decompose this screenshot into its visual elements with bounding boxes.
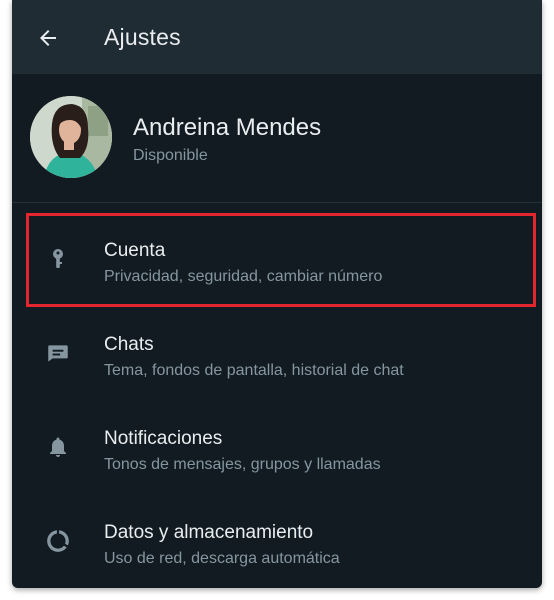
setting-subtitle: Tema, fondos de pantalla, historial de c… <box>104 362 404 379</box>
setting-subtitle: Privacidad, seguridad, cambiar número <box>104 268 383 285</box>
profile-status: Disponible <box>133 147 208 164</box>
bell-icon <box>44 433 72 461</box>
setting-cuenta[interactable]: Cuenta Privacidad, seguridad, cambiar nú… <box>12 213 542 307</box>
setting-title: Notificaciones <box>104 428 223 449</box>
key-icon <box>44 245 72 273</box>
avatar[interactable] <box>30 96 112 178</box>
page-title: Ajustes <box>104 24 181 50</box>
setting-subtitle: Uso de red, descarga automática <box>104 550 340 567</box>
settings-screen: Ajustes Andreina Mendes Disponible Cuent… <box>12 0 542 588</box>
setting-title: Cuenta <box>104 240 166 261</box>
data-usage-icon <box>44 527 72 555</box>
setting-title: Datos y almacenamiento <box>104 522 314 543</box>
setting-subtitle: Tonos de mensajes, grupos y llamadas <box>104 456 381 473</box>
chat-icon <box>44 339 72 367</box>
avatar-photo <box>30 96 112 178</box>
profile-row[interactable]: Andreina Mendes Disponible <box>12 74 542 203</box>
setting-notificaciones[interactable]: Notificaciones Tonos de mensajes, grupos… <box>12 401 542 495</box>
arrow-left-icon <box>40 30 56 46</box>
setting-title: Chats <box>104 334 154 355</box>
app-bar: Ajustes <box>12 0 542 74</box>
profile-name: Andreina Mendes <box>133 114 322 141</box>
setting-chats[interactable]: Chats Tema, fondos de pantalla, historia… <box>12 307 542 401</box>
back-button[interactable] <box>30 20 66 56</box>
setting-datos[interactable]: Datos y almacenamiento Uso de red, desca… <box>12 495 542 588</box>
